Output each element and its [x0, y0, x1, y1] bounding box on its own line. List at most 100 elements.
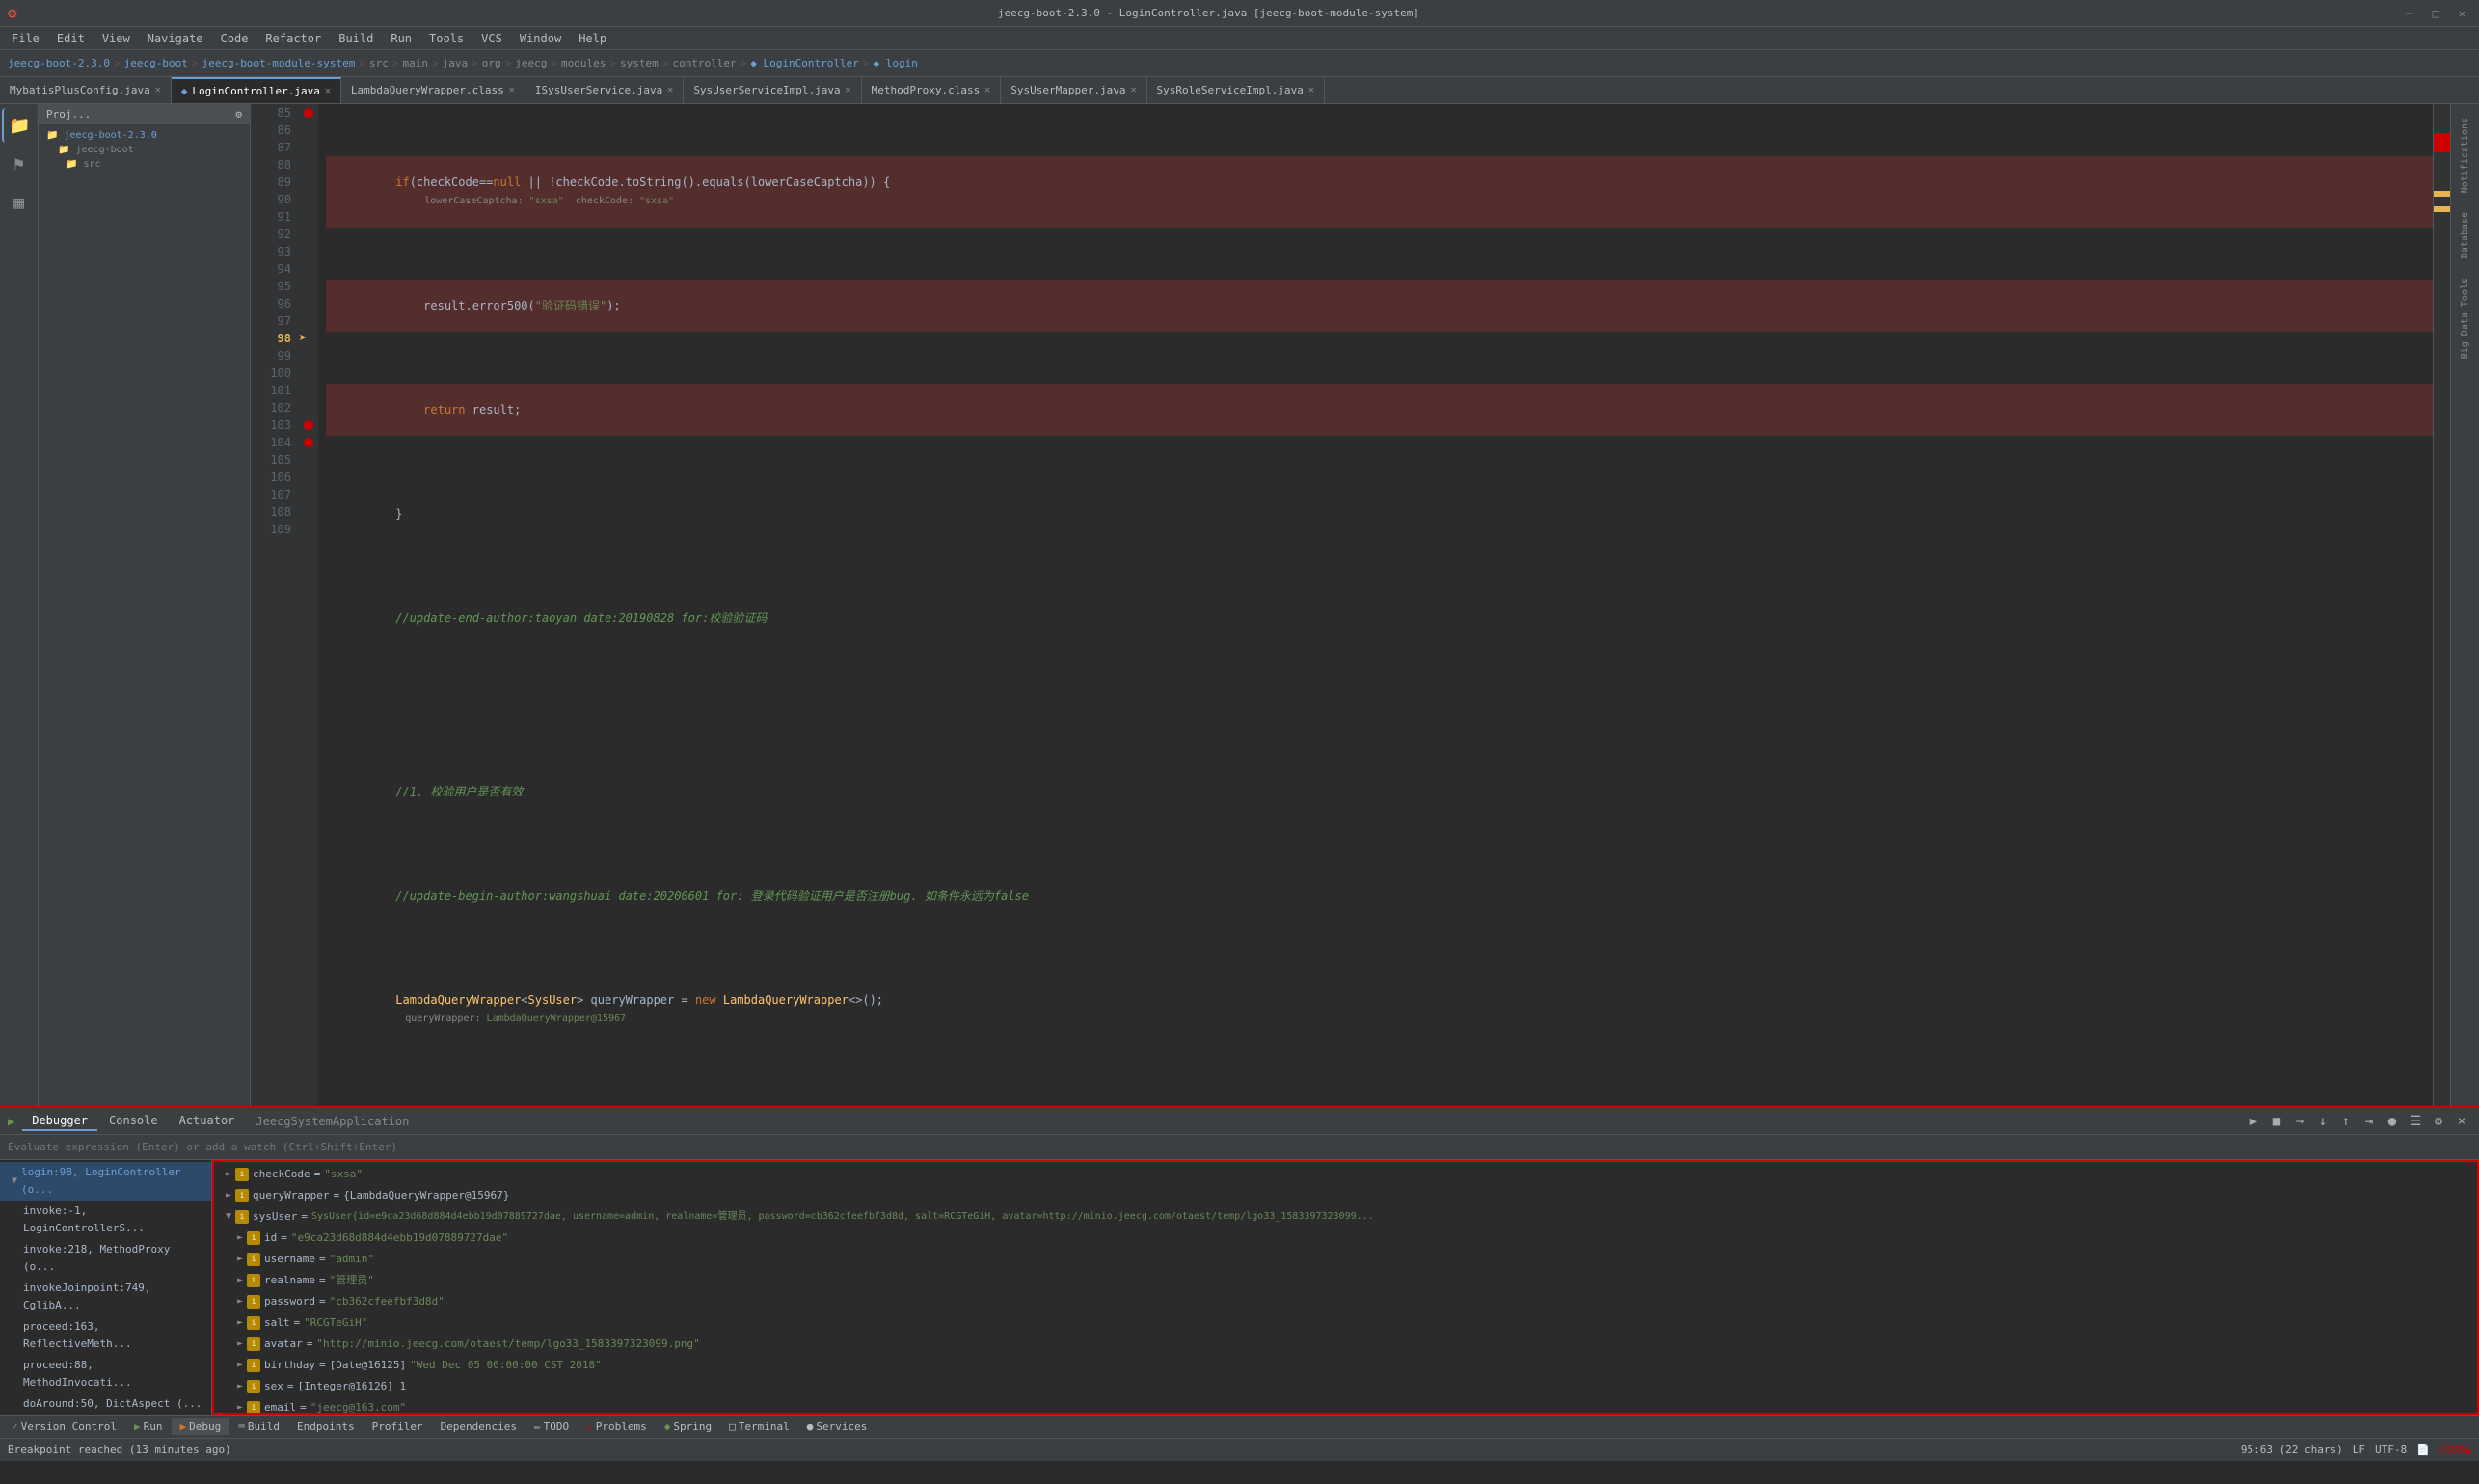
tab-isysuserservice[interactable]: ISysUserService.java ✕ — [525, 77, 684, 104]
var-sex[interactable]: ► i sex = [Integer@16126] 1 — [214, 1376, 2477, 1397]
var-checkcode[interactable]: ► i checkCode = "sxsa" — [214, 1164, 2477, 1185]
var-sysuser[interactable]: ▼ i sysUser = SysUser{id=e9ca23d68d884d4… — [214, 1206, 2477, 1228]
breadcrumb-logincontroller[interactable]: ◆ LoginController — [750, 57, 859, 69]
sidebar-project-icon[interactable]: 📁 — [2, 108, 37, 143]
sidebar-bookmark-icon[interactable]: ⚑ — [2, 147, 37, 181]
bottom-spring[interactable]: ◆ Spring — [657, 1418, 719, 1435]
callstack-item-2[interactable]: invoke:218, MethodProxy (o... — [0, 1239, 211, 1278]
callstack-item-0[interactable]: ▼ login:98, LoginController (o... — [0, 1162, 211, 1201]
debug-close-btn[interactable]: × — [2452, 1112, 2471, 1131]
code-content[interactable]: if(checkCode==null || !checkCode.toStrin… — [318, 104, 2433, 1106]
gutter-bp-85[interactable] — [299, 104, 318, 121]
menu-code[interactable]: Code — [213, 30, 256, 47]
right-gutter[interactable] — [2433, 104, 2450, 1106]
tab-mybatisplusconfig-close[interactable]: ✕ — [155, 85, 161, 95]
breadcrumb-module[interactable]: jeecg-boot — [124, 57, 188, 69]
menu-help[interactable]: Help — [571, 30, 614, 47]
menu-vcs[interactable]: VCS — [473, 30, 510, 47]
debug-resume-btn[interactable]: ▶ — [2244, 1112, 2263, 1131]
maximize-button[interactable]: □ — [2427, 7, 2445, 20]
breadcrumb-login[interactable]: ◆ login — [873, 57, 917, 69]
debug-stepinto-btn[interactable]: ↓ — [2313, 1112, 2332, 1131]
right-panel-notifications[interactable]: Notifications — [2460, 112, 2470, 199]
right-panel-database[interactable]: Database — [2460, 206, 2470, 264]
bottom-endpoints[interactable]: Endpoints — [289, 1418, 363, 1435]
tab-lambdaquerywrapper[interactable]: LambdaQueryWrapper.class ✕ — [341, 77, 525, 104]
project-panel-settings-icon[interactable]: ⚙ — [235, 108, 242, 121]
callstack-item-5[interactable]: proceed:88, MethodInvocati... — [0, 1355, 211, 1393]
debug-tab-console[interactable]: Console — [99, 1112, 168, 1131]
tab-methodproxy[interactable]: MethodProxy.class ✕ — [862, 77, 1002, 104]
tab-sysuserserviceimpl[interactable]: SysUserServiceImpl.java ✕ — [684, 77, 861, 104]
status-encoding[interactable]: UTF-8 — [2375, 1444, 2407, 1456]
menu-build[interactable]: Build — [331, 30, 381, 47]
var-birthday[interactable]: ► i birthday = [Date@16125] "Wed Dec 05 … — [214, 1355, 2477, 1376]
gutter-bp-103[interactable] — [299, 417, 318, 434]
debug-stepout-btn[interactable]: ↑ — [2336, 1112, 2356, 1131]
tab-sysusermapper-close[interactable]: ✕ — [1131, 85, 1137, 95]
tab-logincontroller-close[interactable]: ✕ — [325, 86, 331, 96]
breadcrumb-submodule[interactable]: jeecg-boot-module-system — [202, 57, 355, 69]
var-avatar[interactable]: ► i avatar = "http://minio.jeecg.com/ota… — [214, 1334, 2477, 1355]
right-panel-bigdata[interactable]: Big Data Tools — [2460, 272, 2470, 364]
minimize-button[interactable]: ─ — [2400, 7, 2418, 20]
menu-file[interactable]: File — [4, 30, 47, 47]
tab-sysroleserviceimpl[interactable]: SysRoleServiceImpl.java ✕ — [1147, 77, 1325, 104]
close-button[interactable]: ✕ — [2453, 7, 2471, 20]
debug-tab-debugger[interactable]: Debugger — [22, 1112, 97, 1131]
bottom-build[interactable]: ⌨ Build — [230, 1418, 287, 1435]
debug-frames-btn[interactable]: ☰ — [2406, 1112, 2425, 1131]
bottom-dependencies[interactable]: Dependencies — [433, 1418, 525, 1435]
tab-logincontroller[interactable]: ◆ LoginController.java ✕ — [172, 77, 341, 104]
debug-stop-btn[interactable]: ■ — [2267, 1112, 2286, 1131]
project-tree-item[interactable]: 📁 src — [42, 157, 246, 172]
bottom-problems[interactable]: ⚠ Problems — [579, 1418, 655, 1435]
project-tree-item[interactable]: 📁 jeecg-boot — [42, 143, 246, 157]
callstack-item-4[interactable]: proceed:163, ReflectiveMeth... — [0, 1316, 211, 1355]
var-email[interactable]: ► i email = "jeecg@163.com" — [214, 1397, 2477, 1415]
bottom-terminal[interactable]: □ Terminal — [721, 1418, 797, 1435]
bottom-version-control[interactable]: ✓ Version Control — [4, 1418, 124, 1435]
debug-expression-input[interactable] — [8, 1141, 2471, 1153]
gutter-bp-104[interactable] — [299, 434, 318, 451]
menu-run[interactable]: Run — [383, 30, 419, 47]
menu-edit[interactable]: Edit — [49, 30, 93, 47]
callstack-item-6[interactable]: doAround:50, DictAspect (... — [0, 1393, 211, 1415]
debug-runtocsursor-btn[interactable]: ⇥ — [2359, 1112, 2379, 1131]
bottom-run[interactable]: ▶ Run — [126, 1418, 171, 1435]
sidebar-structure-icon[interactable]: ▦ — [2, 185, 37, 220]
menu-refactor[interactable]: Refactor — [257, 30, 329, 47]
menu-navigate[interactable]: Navigate — [140, 30, 211, 47]
menu-tools[interactable]: Tools — [421, 30, 472, 47]
tab-sysusermapper[interactable]: SysUserMapper.java ✕ — [1001, 77, 1146, 104]
menu-window[interactable]: Window — [512, 30, 569, 47]
debug-settings-btn[interactable]: ⚙ — [2429, 1112, 2448, 1131]
bottom-services[interactable]: ● Services — [799, 1418, 876, 1435]
tab-lambdaquerywrapper-close[interactable]: ✕ — [509, 85, 515, 95]
status-lf[interactable]: LF — [2353, 1444, 2365, 1456]
var-realname[interactable]: ► i realname = "管理员" — [214, 1270, 2477, 1291]
debug-tab-actuator[interactable]: Actuator — [170, 1112, 245, 1131]
debug-evaluate-btn[interactable]: ● — [2383, 1112, 2402, 1131]
tab-methodproxy-close[interactable]: ✕ — [984, 85, 990, 95]
breadcrumb-app[interactable]: jeecg-boot-2.3.0 — [8, 57, 110, 69]
callstack-item-1[interactable]: invoke:-1, LoginControllerS... — [0, 1201, 211, 1239]
debug-stepover-btn[interactable]: → — [2290, 1112, 2309, 1131]
var-username[interactable]: ► i username = "admin" — [214, 1249, 2477, 1270]
bottom-debug[interactable]: ▶ Debug — [172, 1418, 229, 1435]
menu-view[interactable]: View — [94, 30, 138, 47]
var-querywrapper[interactable]: ► i queryWrapper = {LambdaQueryWrapper@1… — [214, 1185, 2477, 1206]
bottom-profiler[interactable]: Profiler — [364, 1418, 431, 1435]
bottom-todo[interactable]: ✏ TODO — [526, 1418, 577, 1435]
tab-sysuserserviceimpl-close[interactable]: ✕ — [846, 85, 851, 95]
code-container[interactable]: 85 86 87 88 89 90 91 92 93 94 95 96 97 9… — [251, 104, 2450, 1106]
breadcrumb-src: src — [369, 57, 389, 69]
callstack-item-3[interactable]: invokeJoinpoint:749, CglibA... — [0, 1278, 211, 1316]
tab-sysroleserviceimpl-close[interactable]: ✕ — [1308, 85, 1314, 95]
tab-mybatisplusconfig[interactable]: MybatisPlusConfig.java ✕ — [0, 77, 172, 104]
tab-isysuserservice-close[interactable]: ✕ — [667, 85, 673, 95]
var-password[interactable]: ► i password = "cb362cfeefbf3d8d" — [214, 1291, 2477, 1312]
project-tree-item[interactable]: 📁 jeecg-boot-2.3.0 — [42, 128, 246, 143]
var-salt[interactable]: ► i salt = "RCGTeGiH" — [214, 1312, 2477, 1334]
var-id[interactable]: ► i id = "e9ca23d68d884d4ebb19d07889727d… — [214, 1228, 2477, 1249]
